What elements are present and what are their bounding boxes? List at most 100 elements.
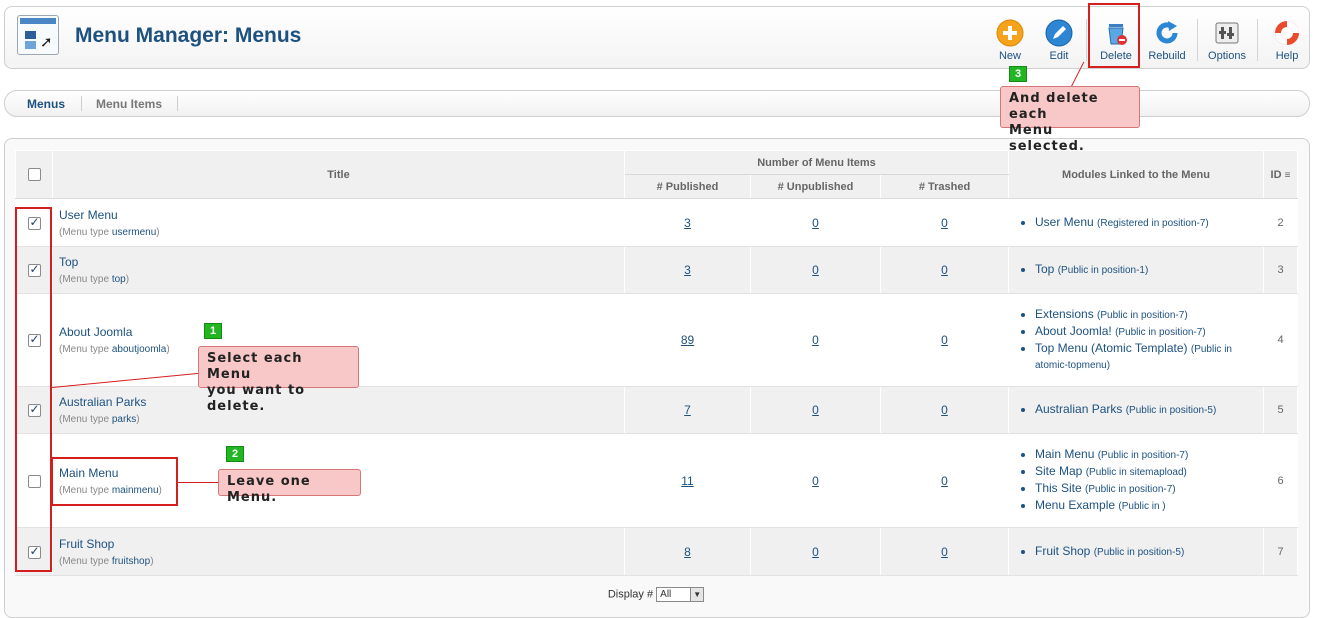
published-count-link[interactable]: 11 xyxy=(681,474,693,488)
table-row: Fruit Shop (Menu type fruitshop) 8 0 0 F… xyxy=(15,527,1298,576)
chevron-down-icon: ▼ xyxy=(690,588,704,601)
module-position: (Public in position-7) xyxy=(1097,310,1188,321)
trashed-count-link[interactable]: 0 xyxy=(941,216,948,230)
module-position: (Public in sitemapload) xyxy=(1085,467,1187,478)
trashed-count-link[interactable]: 0 xyxy=(941,474,948,488)
trashed-cell: 0 xyxy=(880,433,1009,528)
module-link[interactable]: Extensions xyxy=(1035,307,1094,321)
id-cell: 6 xyxy=(1263,433,1298,528)
page-title: Menu Manager: Menus xyxy=(75,24,302,47)
tab-menu-items[interactable]: Menu Items xyxy=(96,97,162,111)
modules-header: Modules Linked to the Menu xyxy=(1008,150,1264,199)
module-list-item: Fruit Shop (Public in position-5) xyxy=(1035,544,1257,560)
module-link[interactable]: Fruit Shop xyxy=(1035,544,1090,558)
module-position: (Public in ) xyxy=(1118,501,1166,512)
trashed-count-link[interactable]: 0 xyxy=(941,545,948,559)
id-header[interactable]: ID ≡ xyxy=(1263,150,1298,199)
published-count-link[interactable]: 7 xyxy=(684,403,691,417)
module-list-item: About Joomla! (Public in position-7) xyxy=(1035,324,1257,340)
step-1-text-line2: you want to delete. xyxy=(207,383,306,414)
menu-title-link[interactable]: User Menu xyxy=(59,208,618,222)
id-header-label: ID xyxy=(1270,168,1282,181)
help-button[interactable]: Help xyxy=(1261,15,1313,65)
menu-title-link[interactable]: Fruit Shop xyxy=(59,537,618,551)
module-link[interactable]: Site Map xyxy=(1035,464,1082,478)
module-link[interactable]: Top Menu (Atomic Template) xyxy=(1035,341,1188,355)
title-header[interactable]: Title xyxy=(52,150,625,199)
callout-2-leader xyxy=(178,482,220,483)
module-position: (Public in position-7) xyxy=(1115,327,1206,338)
unpublished-cell: 0 xyxy=(750,198,881,247)
published-count-link[interactable]: 8 xyxy=(684,545,691,559)
unpublished-cell: 0 xyxy=(750,386,881,434)
new-button[interactable]: New xyxy=(984,15,1036,65)
rebuild-button[interactable]: Rebuild xyxy=(1141,15,1193,65)
step-3-text-line2: Menu selected. xyxy=(1009,123,1085,154)
menu-type: (Menu type fruitshop) xyxy=(59,555,154,567)
select-all-checkbox[interactable] xyxy=(27,168,41,181)
step-3-badge: 3 xyxy=(1009,66,1027,82)
new-label: New xyxy=(998,50,1021,62)
unpublished-count-link[interactable]: 0 xyxy=(812,333,819,347)
trashed-header: # Trashed xyxy=(880,174,1009,199)
module-list-item: Top Menu (Atomic Template) (Public in at… xyxy=(1035,341,1257,373)
id-cell: 5 xyxy=(1263,386,1298,434)
module-link[interactable]: Top xyxy=(1035,262,1054,276)
trashed-count-link[interactable]: 0 xyxy=(941,263,948,277)
options-button[interactable]: Options xyxy=(1201,15,1253,65)
published-count-link[interactable]: 3 xyxy=(684,263,691,277)
id-cell: 2 xyxy=(1263,198,1298,247)
module-link[interactable]: This Site xyxy=(1035,481,1082,495)
modules-cell: Fruit Shop (Public in position-5) xyxy=(1008,527,1264,576)
options-icon xyxy=(1215,22,1239,44)
module-position: (Public in position-1) xyxy=(1057,265,1149,276)
module-list-item: Australian Parks (Public in position-5) xyxy=(1035,402,1257,418)
tab-menus[interactable]: Menus xyxy=(27,97,65,111)
trashed-cell: 0 xyxy=(880,293,1009,387)
pencil-icon xyxy=(1045,19,1073,47)
main-menu-highlight xyxy=(51,457,178,506)
id-cell: 3 xyxy=(1263,246,1298,294)
module-link[interactable]: Australian Parks xyxy=(1035,402,1122,416)
published-count-link[interactable]: 3 xyxy=(684,216,691,230)
help-label: Help xyxy=(1275,50,1299,62)
step-1-text-line1: Select each Menu xyxy=(207,351,303,382)
unpublished-count-link[interactable]: 0 xyxy=(812,403,819,417)
published-count-link[interactable]: 89 xyxy=(681,333,694,347)
modules-list: Extensions (Public in position-7)About J… xyxy=(1015,307,1257,373)
step-1-callout: Select each Menu you want to delete. xyxy=(198,346,359,414)
menu-title-link[interactable]: About Joomla xyxy=(59,325,618,339)
delete-highlight-box xyxy=(1088,3,1140,68)
title-cell: User Menu (Menu type usermenu) xyxy=(52,198,625,247)
id-cell: 4 xyxy=(1263,293,1298,387)
unpublished-count-link[interactable]: 0 xyxy=(812,474,819,488)
menu-title-link[interactable]: Top xyxy=(59,255,618,269)
module-position: (Public in position-5) xyxy=(1125,405,1217,416)
unpublished-count-link[interactable]: 0 xyxy=(812,545,819,559)
module-position: (Registered in position-7) xyxy=(1097,217,1209,229)
modules-list: Australian Parks (Public in position-5) xyxy=(1015,402,1257,418)
options-label: Options xyxy=(1208,50,1246,62)
trashed-cell: 0 xyxy=(880,386,1009,434)
unpublished-cell: 0 xyxy=(750,433,881,528)
list-limit-select[interactable]: All ▼ xyxy=(656,587,705,602)
checkbox-column-highlight xyxy=(15,207,52,572)
select-all-cell xyxy=(15,150,53,199)
module-list-item: User Menu (Registered in position-7) xyxy=(1035,215,1257,231)
module-link[interactable]: Main Menu xyxy=(1035,447,1094,461)
edit-label: Edit xyxy=(1049,50,1069,62)
trashed-count-link[interactable]: 0 xyxy=(941,403,948,417)
unpublished-cell: 0 xyxy=(750,293,881,387)
modules-list: Top (Public in position-1) xyxy=(1015,262,1257,278)
modules-list: Fruit Shop (Public in position-5) xyxy=(1015,544,1257,560)
module-link[interactable]: Menu Example xyxy=(1035,498,1115,512)
unpublished-count-link[interactable]: 0 xyxy=(812,216,819,230)
module-link[interactable]: About Joomla! xyxy=(1035,324,1112,338)
module-list-item: Extensions (Public in position-7) xyxy=(1035,307,1257,323)
published-cell: 3 xyxy=(624,198,751,247)
unpublished-count-link[interactable]: 0 xyxy=(812,263,819,277)
rebuild-label: Rebuild xyxy=(1148,50,1186,62)
module-link[interactable]: User Menu xyxy=(1035,215,1094,229)
trashed-count-link[interactable]: 0 xyxy=(941,333,948,347)
edit-button[interactable]: Edit xyxy=(1033,15,1085,65)
